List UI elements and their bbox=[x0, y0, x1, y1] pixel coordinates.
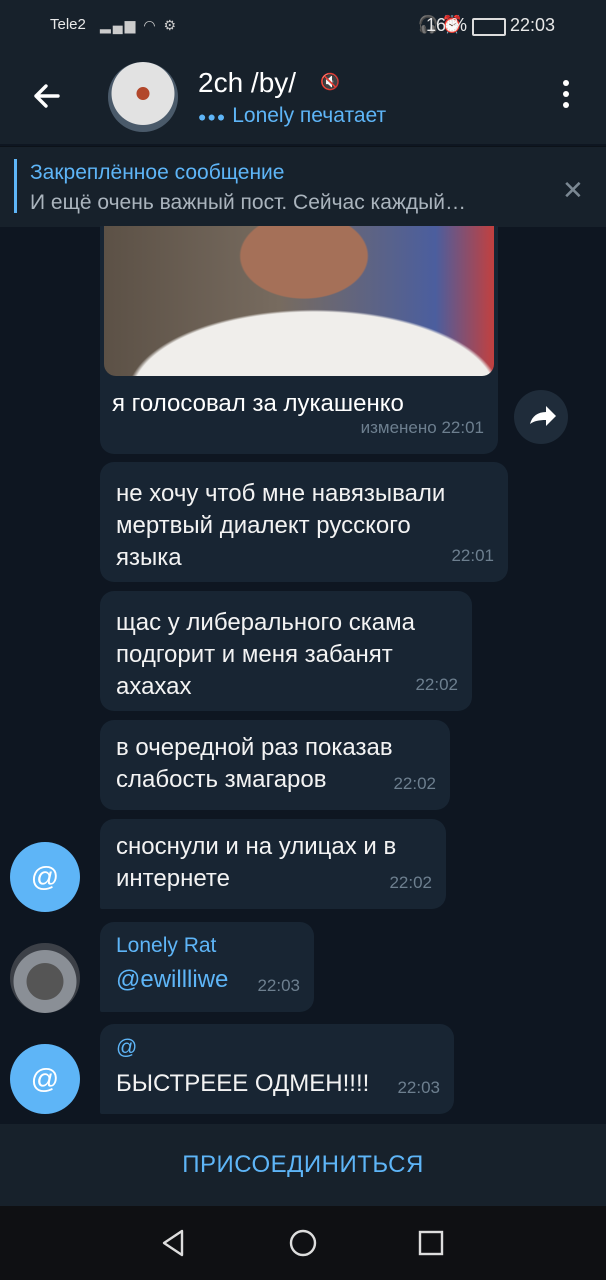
more-menu-button[interactable] bbox=[556, 80, 576, 116]
close-pinned-button[interactable]: ✕ bbox=[562, 175, 584, 206]
back-button[interactable] bbox=[28, 78, 68, 118]
message-line: сноснули и на улицах и в bbox=[116, 833, 397, 860]
dot-icon bbox=[563, 91, 569, 97]
message-text: в очередной раз показав слабость змагаро… bbox=[116, 732, 393, 796]
message-text: не хочу чтоб мне навязывали мертвый диал… bbox=[116, 478, 445, 574]
group-avatar[interactable] bbox=[108, 62, 178, 132]
chat-header bbox=[0, 52, 606, 144]
message-line: не хочу чтоб мне навязывали bbox=[116, 480, 446, 507]
message-bubble[interactable]: Lonely Rat @ewillliwe 22:03 bbox=[100, 922, 314, 1012]
system-navigation-bar bbox=[0, 1206, 606, 1280]
message-bubble[interactable]: @ БЫСТРЕЕЕ ОДМЕН!!!! 22:03 bbox=[100, 1024, 454, 1114]
nav-back-icon[interactable] bbox=[158, 1228, 188, 1258]
message-bubble[interactable]: в очередной раз показав слабость змагаро… bbox=[100, 720, 450, 810]
message-time: 22:02 bbox=[393, 774, 436, 793]
message-time: 22:03 bbox=[397, 1078, 440, 1097]
typing-dots-icon: ●●● bbox=[198, 108, 227, 125]
message-line: интернете bbox=[116, 865, 230, 892]
arrow-left-icon bbox=[34, 84, 60, 108]
message-sender[interactable]: @ bbox=[116, 1032, 137, 1064]
message-line: языка bbox=[116, 544, 182, 571]
message-line: мертвый диалект русского bbox=[116, 512, 411, 539]
battery-percent: 16 % bbox=[426, 15, 468, 35]
forward-button[interactable] bbox=[514, 390, 568, 444]
status-bar: Tele2 ▂▄▆ ◠ ⚙ 🎧⏰ 16 % 22:03 bbox=[0, 0, 606, 52]
pinned-accent-bar bbox=[14, 159, 17, 213]
forward-icon bbox=[530, 406, 556, 426]
user-avatar[interactable]: @ bbox=[10, 1044, 80, 1114]
user-avatar[interactable]: @ bbox=[10, 842, 80, 912]
clock: 22:03 bbox=[510, 15, 556, 35]
nav-home-icon[interactable] bbox=[288, 1228, 318, 1258]
pinned-text: И ещё очень важный пост. Сейчас каждый… bbox=[30, 191, 467, 214]
message-time: 22:02 bbox=[389, 873, 432, 892]
message-line: ахахах bbox=[116, 673, 192, 700]
dot-icon bbox=[563, 102, 569, 108]
message-mention-link[interactable]: @ewillliwe bbox=[116, 964, 228, 996]
carrier-label: Tele2 bbox=[50, 16, 86, 33]
message-bubble[interactable]: не хочу чтоб мне навязывали мертвый диал… bbox=[100, 462, 508, 582]
message-bubble[interactable]: щас у либерального скама подгорит и меня… bbox=[100, 591, 472, 711]
message-text: БЫСТРЕЕЕ ОДМЕН!!!! bbox=[116, 1070, 370, 1097]
message-photo[interactable] bbox=[104, 226, 494, 376]
typing-status: ●●● Lonely печатает bbox=[198, 104, 386, 128]
message-time: изменено 22:01 bbox=[360, 418, 484, 437]
user-avatar-rat[interactable] bbox=[10, 943, 80, 1013]
message-time: 22:01 bbox=[451, 546, 494, 565]
message-text: щас у либерального скама подгорит и меня… bbox=[116, 607, 415, 703]
message-time: 22:02 bbox=[415, 675, 458, 694]
typing-text: Lonely печатает bbox=[232, 104, 387, 127]
pinned-title: Закреплённое сообщение bbox=[30, 161, 285, 184]
message-time: 22:03 bbox=[257, 976, 300, 995]
mute-icon: 🔇 bbox=[320, 74, 340, 91]
photo-message[interactable]: я голосовал за лукашенко изменено 22:01 bbox=[100, 226, 498, 454]
message-list[interactable]: я голосовал за лукашенко изменено 22:01 … bbox=[0, 226, 606, 1124]
pinned-message-bar[interactable]: Закреплённое сообщение И ещё очень важны… bbox=[0, 146, 606, 227]
battery-icon bbox=[472, 18, 506, 36]
message-text: сноснули и на улицах и в интернете bbox=[116, 831, 396, 895]
message-line: щас у либерального скама bbox=[116, 609, 415, 636]
nav-recents-icon[interactable] bbox=[416, 1228, 446, 1258]
message-line: слабость змагаров bbox=[116, 766, 327, 793]
dot-icon bbox=[563, 80, 569, 86]
join-button[interactable]: ПРИСОЕДИНИТЬСЯ bbox=[0, 1124, 606, 1206]
message-line: в очередной раз показав bbox=[116, 734, 393, 761]
chat-title[interactable]: 2ch /by/ bbox=[198, 67, 296, 99]
message-bubble[interactable]: сноснули и на улицах и в интернете 22:02 bbox=[100, 819, 446, 909]
message-line: подгорит и меня забанят bbox=[116, 641, 393, 668]
signal-wifi-icons: ▂▄▆ ◠ ⚙ bbox=[100, 17, 178, 33]
message-sender[interactable]: Lonely Rat bbox=[116, 930, 216, 962]
